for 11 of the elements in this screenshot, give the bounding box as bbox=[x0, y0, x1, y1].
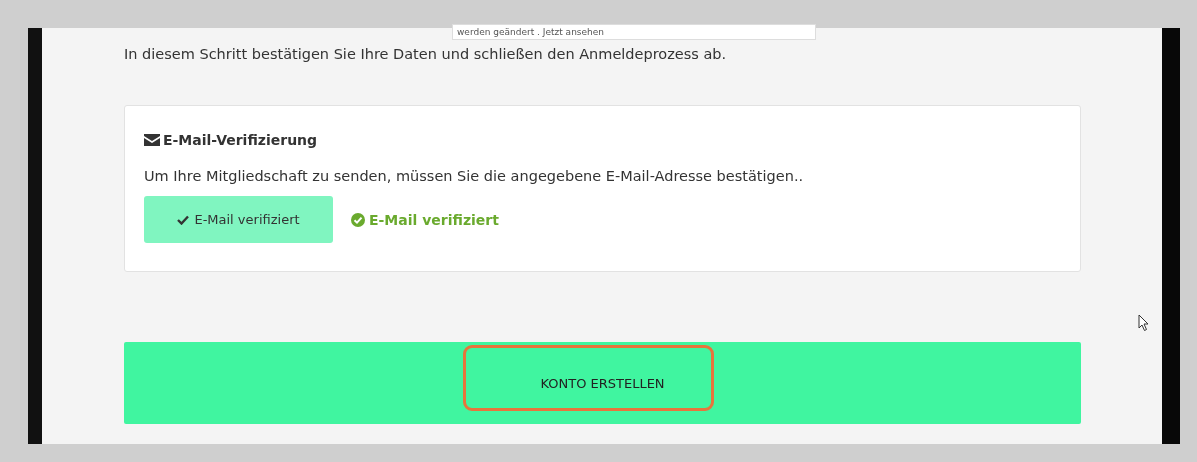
tooltip: werden geändert . Jetzt ansehen bbox=[452, 24, 816, 40]
card-text: Um Ihre Mitgliedschaft zu senden, müssen Sie die angegebene E-Mail-Adresse bestätigen.. bbox=[144, 168, 805, 184]
verified-button[interactable]: E-Mail verifiziert bbox=[144, 196, 333, 243]
envelope-icon bbox=[144, 134, 160, 146]
card-title: E-Mail-Verifizierung bbox=[163, 132, 318, 148]
mouse-pointer-icon bbox=[1138, 314, 1150, 332]
verified-status: E-Mail verifiziert bbox=[369, 211, 499, 228]
check-icon bbox=[177, 214, 190, 225]
create-account-button[interactable]: KONTO ERSTELLEN bbox=[124, 342, 1081, 424]
intro-text: In diesem Schritt bestätigen Sie Ihre Daten und schließen den Anmeldeprozess ab. bbox=[124, 46, 728, 64]
check-circle-icon bbox=[351, 212, 365, 227]
